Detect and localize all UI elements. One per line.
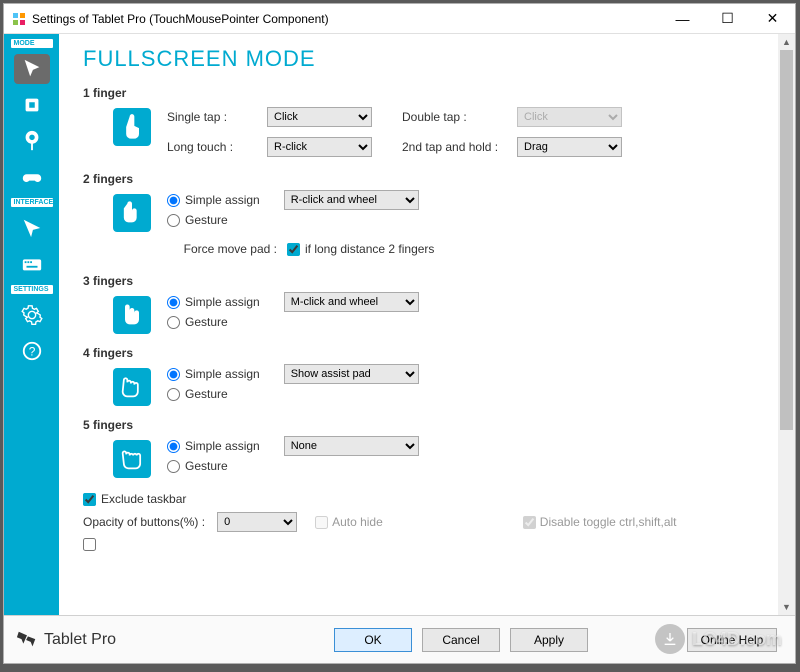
f2-assign-combo[interactable]: R-click and wheel — [284, 190, 419, 210]
vertical-scrollbar[interactable]: ▲ ▼ — [778, 34, 795, 615]
sidebar-mode-gesture[interactable] — [14, 126, 50, 156]
opacity-label: Opacity of buttons(%) : — [83, 515, 205, 529]
svg-text:?: ? — [28, 345, 35, 359]
f4-simple-assign-radio[interactable] — [167, 368, 180, 381]
five-finger-icon — [113, 440, 151, 478]
scroll-down-icon[interactable]: ▼ — [778, 599, 795, 615]
sidebar-interface-pointer[interactable] — [14, 213, 50, 243]
f2-simple-assign-radio[interactable] — [167, 194, 180, 207]
three-finger-icon — [113, 296, 151, 334]
four-finger-icon — [113, 368, 151, 406]
f5-simple-assign-radio[interactable] — [167, 440, 180, 453]
two-finger-icon — [113, 194, 151, 232]
sidebar-mode-square[interactable] — [14, 90, 50, 120]
section-4-fingers: 4 fingers — [83, 346, 754, 360]
f3-simple-assign-radio[interactable] — [167, 296, 180, 309]
sidebar-settings-gear[interactable] — [14, 300, 50, 330]
page-title: FULLSCREEN MODE — [83, 46, 754, 72]
ok-button[interactable]: OK — [334, 628, 412, 652]
maximize-button[interactable]: ☐ — [705, 5, 750, 33]
f5-gesture-radio[interactable] — [167, 460, 180, 473]
download-icon — [655, 624, 685, 654]
brand-logo: Tablet Pro — [16, 629, 116, 651]
force-move-checkbox[interactable] — [287, 243, 300, 256]
section-3-fingers: 3 fingers — [83, 274, 754, 288]
section-2-fingers: 2 fingers — [83, 172, 754, 186]
double-tap-label: Double tap : — [402, 110, 517, 124]
exclude-taskbar-checkbox[interactable] — [83, 493, 96, 506]
sidebar-section-mode: MODE — [10, 38, 54, 49]
close-button[interactable]: ✕ — [750, 5, 795, 33]
sidebar-interface-keyboard[interactable] — [14, 249, 50, 279]
minimize-button[interactable]: — — [660, 5, 705, 33]
f4-gesture-radio[interactable] — [167, 388, 180, 401]
window-title: Settings of Tablet Pro (TouchMousePointe… — [32, 12, 660, 26]
double-tap-combo: Click — [517, 107, 622, 127]
title-bar: Settings of Tablet Pro (TouchMousePointe… — [4, 4, 795, 34]
sidebar-section-settings: SETTINGS — [10, 284, 54, 295]
content-pane: FULLSCREEN MODE 1 finger Single tap : Cl… — [59, 34, 778, 615]
sidebar-settings-help[interactable]: ? — [14, 336, 50, 366]
single-tap-combo[interactable]: Click — [267, 107, 372, 127]
sidebar-mode-gamepad[interactable] — [14, 162, 50, 192]
section-5-fingers: 5 fingers — [83, 418, 754, 432]
long-touch-combo[interactable]: R-click — [267, 137, 372, 157]
single-tap-label: Single tap : — [167, 110, 267, 124]
scroll-up-icon[interactable]: ▲ — [778, 34, 795, 50]
sidebar-mode-cursor[interactable] — [14, 54, 50, 84]
second-tap-hold-combo[interactable]: Drag — [517, 137, 622, 157]
sidebar-section-interface: INTERFACE — [10, 197, 54, 208]
apply-button[interactable]: Apply — [510, 628, 588, 652]
second-tap-hold-label: 2nd tap and hold : — [402, 140, 517, 154]
extra-checkbox[interactable] — [83, 538, 96, 551]
f3-gesture-radio[interactable] — [167, 316, 180, 329]
long-touch-label: Long touch : — [167, 140, 267, 154]
sidebar: MODE INTERFACE SETTINGS — [4, 34, 59, 615]
one-finger-icon — [113, 108, 151, 146]
disable-toggle-checkbox — [523, 516, 536, 529]
f5-assign-combo[interactable]: None — [284, 436, 419, 456]
section-1-finger: 1 finger — [83, 86, 754, 100]
cancel-button[interactable]: Cancel — [422, 628, 500, 652]
f2-gesture-radio[interactable] — [167, 214, 180, 227]
online-help-button[interactable]: Online Help — [687, 628, 777, 652]
f3-assign-combo[interactable]: M-click and wheel — [284, 292, 419, 312]
app-icon — [12, 12, 26, 26]
scrollbar-thumb[interactable] — [780, 50, 793, 430]
f4-assign-combo[interactable]: Show assist pad — [284, 364, 419, 384]
opacity-combo[interactable]: 0 — [217, 512, 297, 532]
auto-hide-checkbox — [315, 516, 328, 529]
force-move-label: Force move pad : — [167, 242, 287, 256]
